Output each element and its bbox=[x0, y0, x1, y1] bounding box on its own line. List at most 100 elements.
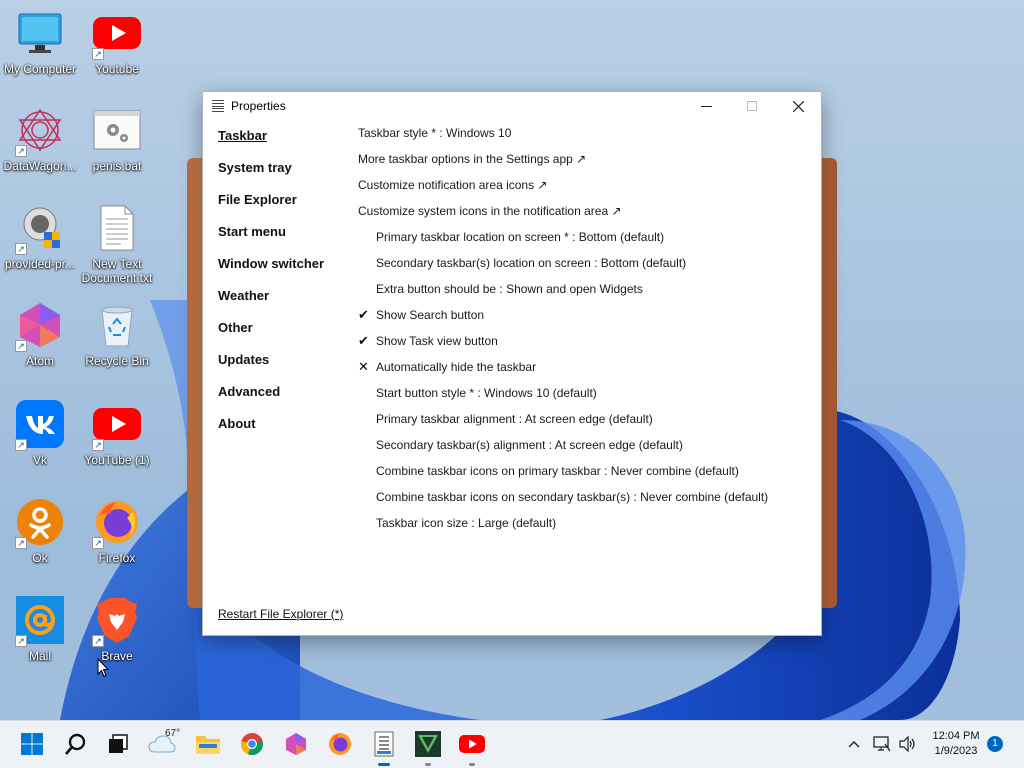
option-label: Extra button should be : Shown and open … bbox=[376, 282, 643, 296]
taskbar-gta[interactable] bbox=[412, 728, 444, 766]
search-icon bbox=[65, 733, 86, 755]
desktop-icon-label: Mail bbox=[28, 649, 51, 663]
mail-icon: ↗ bbox=[15, 595, 65, 647]
youtube-icon: ↗ bbox=[92, 399, 142, 451]
nav-item-about[interactable]: About bbox=[218, 416, 324, 448]
odnoklassniki-icon: ↗ bbox=[15, 497, 65, 549]
option-more-taskbar-options-link[interactable]: More taskbar options in the Settings app… bbox=[358, 150, 768, 176]
desktop-icon-label: New Text Document.txt bbox=[81, 257, 153, 285]
brave-icon: ↗ bbox=[92, 595, 142, 647]
firefox-icon: ↗ bbox=[92, 497, 142, 549]
option-label: Secondary taskbar(s) alignment : At scre… bbox=[376, 438, 683, 452]
option-label: Show Task view button bbox=[376, 334, 498, 348]
shortcut-arrow-icon: ↗ bbox=[15, 243, 27, 255]
taskbar-youtube[interactable] bbox=[456, 728, 488, 766]
checkmark-icon: ✔ bbox=[358, 307, 369, 322]
option-extra-button[interactable]: Extra button should be : Shown and open … bbox=[358, 280, 768, 306]
recycle-bin-icon bbox=[92, 300, 142, 350]
option-primary-taskbar-location[interactable]: Primary taskbar location on screen * : B… bbox=[358, 228, 768, 254]
desktop-icon-ok[interactable]: ↗ Ok bbox=[0, 497, 80, 587]
taskbar-file-explorer[interactable] bbox=[192, 728, 224, 760]
desktop-icon-new-text-document[interactable]: New Text Document.txt bbox=[77, 203, 157, 293]
gta-icon bbox=[415, 731, 441, 757]
taskbar-atom[interactable] bbox=[280, 728, 312, 760]
desktop-icon-label: Vk bbox=[32, 453, 47, 467]
volume-button[interactable] bbox=[896, 720, 920, 768]
option-auto-hide-taskbar[interactable]: ✕ Automatically hide the taskbar bbox=[358, 358, 768, 384]
option-label: Primary taskbar location on screen * : B… bbox=[376, 230, 665, 244]
desktop-icon-label: Atom bbox=[25, 354, 54, 368]
option-label: Show Search button bbox=[376, 308, 485, 322]
nav-item-system-tray[interactable]: System tray bbox=[218, 160, 324, 192]
properties-icon bbox=[212, 99, 224, 113]
taskbar-properties-app[interactable] bbox=[368, 728, 400, 766]
nav-item-file-explorer[interactable]: File Explorer bbox=[218, 192, 324, 224]
taskbar-firefox[interactable] bbox=[324, 728, 356, 760]
restart-file-explorer-link[interactable]: Restart File Explorer (*) bbox=[218, 607, 343, 621]
desktop-icon-recycle-bin[interactable]: Recycle Bin bbox=[77, 300, 157, 390]
option-taskbar-style[interactable]: Taskbar style * : Windows 10 bbox=[358, 124, 768, 150]
option-customize-system-icons-link[interactable]: Customize system icons in the notificati… bbox=[358, 202, 768, 228]
taskbar-clock[interactable]: 12:04 PM 1/9/2023 bbox=[922, 729, 990, 759]
option-combine-secondary-icons[interactable]: Combine taskbar icons on secondary taskb… bbox=[358, 488, 768, 514]
option-primary-taskbar-alignment[interactable]: Primary taskbar alignment : At screen ed… bbox=[358, 410, 768, 436]
atom-icon: ↗ bbox=[15, 300, 65, 352]
minimize-button[interactable] bbox=[683, 92, 729, 120]
search-button[interactable] bbox=[60, 728, 92, 760]
option-start-button-style[interactable]: Start button style * : Windows 10 (defau… bbox=[358, 384, 768, 410]
chrome-icon bbox=[241, 733, 263, 756]
desktop-icon-mail[interactable]: ↗ Mail bbox=[0, 595, 80, 685]
shortcut-arrow-icon: ↗ bbox=[15, 145, 27, 157]
network-icon bbox=[873, 736, 891, 752]
task-view-icon bbox=[109, 734, 128, 753]
desktop-icon-datawagon[interactable]: ↗ DataWagon... bbox=[0, 105, 80, 195]
desktop-icon-label: My Computer bbox=[3, 62, 77, 76]
nav-item-start-menu[interactable]: Start menu bbox=[218, 224, 324, 256]
option-secondary-taskbar-alignment[interactable]: Secondary taskbar(s) alignment : At scre… bbox=[358, 436, 768, 462]
desktop-icon-brave[interactable]: ↗ Brave bbox=[77, 595, 157, 685]
option-label: Combine taskbar icons on secondary taskb… bbox=[376, 490, 769, 504]
nav-item-window-switcher[interactable]: Window switcher bbox=[218, 256, 324, 288]
task-view-button[interactable] bbox=[102, 728, 134, 760]
nav-item-taskbar[interactable]: Taskbar bbox=[218, 128, 324, 160]
desktop-icon-vk[interactable]: ↗ Vk bbox=[0, 399, 80, 489]
desktop-icon-firefox[interactable]: ↗ Firefox bbox=[77, 497, 157, 587]
nav-item-updates[interactable]: Updates bbox=[218, 352, 324, 384]
option-customize-notification-icons-link[interactable]: Customize notification area icons ↗ bbox=[358, 176, 768, 202]
options-list: Taskbar style * : Windows 10 More taskba… bbox=[358, 124, 768, 540]
windows-logo-icon bbox=[21, 733, 43, 755]
weather-temperature: 67° bbox=[165, 728, 181, 739]
minimize-icon bbox=[700, 105, 712, 107]
show-hidden-icons-button[interactable] bbox=[843, 720, 865, 768]
option-label: Secondary taskbar(s) location on screen … bbox=[376, 256, 687, 270]
option-label: Primary taskbar alignment : At screen ed… bbox=[376, 412, 653, 426]
option-show-search-button[interactable]: ✔ Show Search button bbox=[358, 306, 768, 332]
window-title: Properties bbox=[231, 99, 286, 113]
desktop-icon-my-computer[interactable]: My Computer bbox=[0, 8, 80, 98]
option-taskbar-icon-size[interactable]: Taskbar icon size : Large (default) bbox=[358, 514, 768, 540]
option-show-task-view-button[interactable]: ✔ Show Task view button bbox=[358, 332, 768, 358]
nav-item-weather[interactable]: Weather bbox=[218, 288, 324, 320]
maximize-button[interactable] bbox=[729, 92, 775, 120]
desktop-icon-youtube[interactable]: ↗ Youtube bbox=[77, 8, 157, 98]
title-bar[interactable]: Properties bbox=[203, 92, 821, 120]
nav-item-advanced[interactable]: Advanced bbox=[218, 384, 324, 416]
option-secondary-taskbar-location[interactable]: Secondary taskbar(s) location on screen … bbox=[358, 254, 768, 280]
speaker-icon bbox=[899, 736, 915, 752]
taskbar-chrome[interactable] bbox=[236, 728, 268, 760]
nav-item-other[interactable]: Other bbox=[218, 320, 324, 352]
desktop-icon-atom[interactable]: ↗ Atom bbox=[0, 300, 80, 390]
option-label: Taskbar icon size : Large (default) bbox=[376, 516, 557, 530]
notification-badge[interactable]: 1 bbox=[987, 736, 1003, 752]
maximize-icon bbox=[747, 101, 757, 111]
start-button[interactable] bbox=[16, 728, 48, 760]
installer-icon: ↗ bbox=[15, 203, 65, 255]
option-combine-primary-icons[interactable]: Combine taskbar icons on primary taskbar… bbox=[358, 462, 768, 488]
desktop-icon-penis-bat[interactable]: penis.bat bbox=[77, 105, 157, 195]
desktop-icon-provided-pr[interactable]: ↗ provided-pr... bbox=[0, 203, 80, 293]
datawagon-icon: ↗ bbox=[15, 105, 65, 157]
close-button[interactable] bbox=[775, 92, 821, 120]
desktop-icon-youtube-1[interactable]: ↗ YouTube (1) bbox=[77, 399, 157, 489]
shortcut-arrow-icon: ↗ bbox=[15, 537, 27, 549]
network-button[interactable] bbox=[870, 720, 894, 768]
